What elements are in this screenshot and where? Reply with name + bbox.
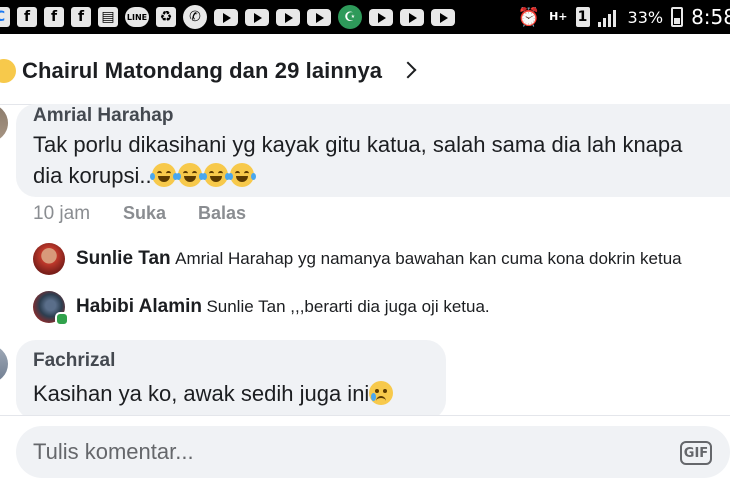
reply-item: Habibi Alamin Sunlie Tan ,,,berarti dia … xyxy=(76,296,490,318)
reply-author[interactable]: Sunlie Tan xyxy=(76,248,171,269)
laugh-emoji-group xyxy=(149,163,256,188)
clock: 8:58 xyxy=(691,5,730,29)
youtube-icon xyxy=(245,8,269,26)
youtube-icon xyxy=(307,8,331,26)
comment-text: Tak porlu dikasihani yg kayak gitu katua… xyxy=(33,132,683,157)
youtube-icon xyxy=(400,8,424,26)
battery-icon xyxy=(671,7,684,27)
reply-item: Sunlie Tan Amrial Harahap yg namanya baw… xyxy=(76,248,682,270)
laugh-reaction-icon xyxy=(0,59,16,83)
chevron-right-icon[interactable] xyxy=(399,61,417,79)
facebook-icon: f xyxy=(17,7,37,27)
whatsapp-icon: ✆ xyxy=(183,5,207,29)
laugh-emoji-icon xyxy=(149,163,178,187)
comment-composer: GIF xyxy=(0,415,730,488)
comment-timestamp: 10 jam xyxy=(33,203,91,224)
avatar[interactable] xyxy=(33,243,65,275)
like-button[interactable]: Suka xyxy=(123,203,166,224)
signal-icon xyxy=(597,7,620,27)
gif-button[interactable]: GIF xyxy=(680,441,712,465)
facebook-icon: f xyxy=(44,7,64,27)
sad-emoji-icon xyxy=(369,381,394,405)
reactions-header[interactable]: Chairul Matondang dan 29 lainnya xyxy=(0,34,730,105)
online-status-icon xyxy=(55,312,69,326)
comment-input[interactable] xyxy=(16,426,730,478)
battery-percent: 33% xyxy=(627,7,664,27)
print-icon: ▤ xyxy=(98,7,118,27)
alarm-icon: ⏰ xyxy=(517,6,541,28)
recycle-icon: ♻ xyxy=(156,7,176,27)
reply-text: Sunlie Tan ,,,berarti dia juga oji ketua… xyxy=(206,297,490,316)
line-app-icon: LINE xyxy=(125,7,149,27)
facebook-icon: f xyxy=(71,7,91,27)
reply-button[interactable]: Balas xyxy=(198,203,246,224)
reply-author[interactable]: Habibi Alamin xyxy=(76,296,202,317)
laugh-emoji-icon xyxy=(201,163,230,187)
system-indicators: ⏰ H+ 1 33% 8:58 xyxy=(517,0,730,34)
reply-text: Amrial Harahap yg namanya bawahan kan cu… xyxy=(175,249,682,268)
youtube-icon xyxy=(369,8,393,26)
comment-text: Kasihan ya ko, awak sedih juga ini xyxy=(33,378,394,409)
notification-icons: C f f f ▤ LINE ♻ ✆ ☪ xyxy=(0,5,455,29)
muslim-app-icon: ☪ xyxy=(338,5,362,29)
youtube-icon xyxy=(214,8,238,26)
avatar[interactable] xyxy=(0,345,8,383)
network-indicator: H+ xyxy=(549,10,568,23)
comment-text: dia korupsi.. xyxy=(33,160,256,191)
avatar[interactable] xyxy=(0,104,8,142)
reactions-summary[interactable]: Chairul Matondang dan 29 lainnya xyxy=(22,58,382,84)
youtube-icon xyxy=(431,8,455,26)
laugh-emoji-icon xyxy=(227,163,256,187)
sim-indicator: 1 xyxy=(575,7,590,27)
comment-text-line: Kasihan ya ko, awak sedih juga ini xyxy=(33,381,370,406)
comment-text-line: dia korupsi.. xyxy=(33,163,152,188)
laugh-emoji-icon xyxy=(175,163,204,187)
facebook-icon: C xyxy=(0,7,10,27)
youtube-icon xyxy=(276,8,300,26)
status-bar: C f f f ▤ LINE ♻ ✆ ☪ ⏰ H+ 1 33% 8:58 xyxy=(0,0,730,34)
comment-author[interactable]: Amrial Harahap xyxy=(33,105,173,127)
comment-author[interactable]: Fachrizal xyxy=(33,350,115,372)
